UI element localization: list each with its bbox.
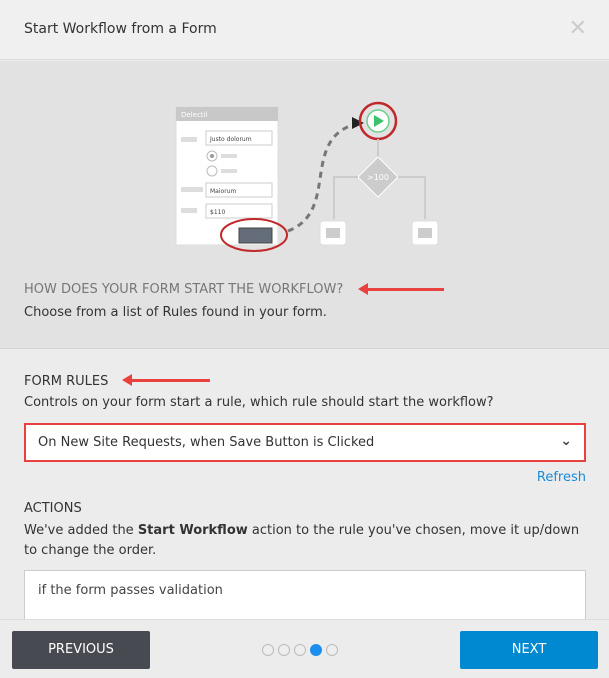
step-dot[interactable] — [326, 644, 338, 656]
step-dot[interactable] — [294, 644, 306, 656]
svg-text:Justo dolorum: Justo dolorum — [209, 136, 252, 143]
step-dot-active[interactable] — [310, 644, 322, 656]
step-dot[interactable] — [262, 644, 274, 656]
svg-text:$110: $110 — [210, 209, 225, 216]
refresh-link[interactable]: Refresh — [537, 470, 586, 485]
hero-panel: Delectil Justo dolorum Maiorum $110 >100… — [0, 61, 609, 349]
pointer-arrow — [122, 374, 210, 386]
close-icon[interactable]: ✕ — [569, 16, 587, 41]
dialog-header: Start Workflow from a Form ✕ — [0, 0, 609, 60]
hero-subtitle: Choose from a list of Rules found in you… — [24, 305, 327, 320]
pointer-arrow — [358, 283, 444, 295]
chevron-down-icon: ⌄ — [560, 433, 572, 449]
form-rules-description: Controls on your form start a rule, whic… — [24, 395, 494, 410]
form-card-title: Delectil — [181, 111, 207, 119]
actions-list: if the form passes validation — [24, 570, 586, 622]
previous-button[interactable]: PREVIOUS — [12, 631, 150, 669]
action-item[interactable]: if the form passes validation — [38, 583, 572, 598]
selected-rule: On New Site Requests, when Save Button i… — [38, 435, 375, 450]
actions-heading: ACTIONS — [24, 501, 82, 516]
form-rule-select[interactable]: On New Site Requests, when Save Button i… — [24, 423, 586, 462]
form-card — [175, 106, 279, 246]
dialog-footer: PREVIOUS NEXT — [0, 619, 609, 678]
svg-text:>100: >100 — [367, 173, 389, 182]
hero-question: HOW DOES YOUR FORM START THE WORKFLOW? — [24, 282, 344, 297]
next-button[interactable]: NEXT — [460, 631, 598, 669]
actions-description: We've added the Start Workflow action to… — [24, 523, 580, 558]
step-dot[interactable] — [278, 644, 290, 656]
workflow-illustration: Delectil Justo dolorum Maiorum $110 >100 — [175, 101, 439, 252]
form-rules-heading: FORM RULES — [24, 374, 109, 389]
step-indicator — [262, 644, 338, 656]
dialog-title: Start Workflow from a Form — [24, 21, 217, 37]
svg-text:Maiorum: Maiorum — [210, 188, 236, 195]
